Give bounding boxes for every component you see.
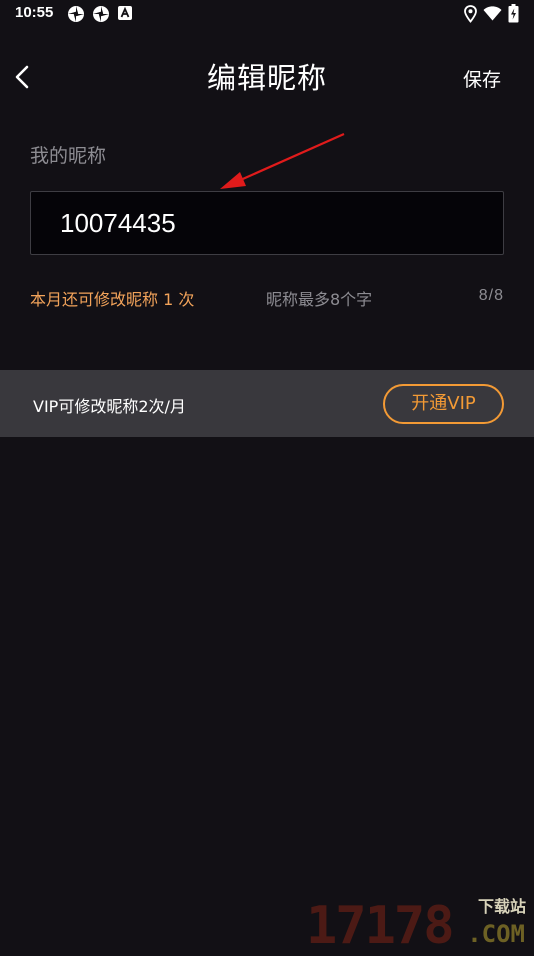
remaining-changes-text: 本月还可修改昵称 1 次 xyxy=(30,290,195,309)
save-button[interactable]: 保存 xyxy=(463,65,501,92)
aperture-icon xyxy=(93,6,109,22)
watermark-site: 下载站 xyxy=(477,897,526,916)
aperture-icon xyxy=(68,6,84,22)
watermark-number: 17178 xyxy=(306,896,455,956)
page-title: 编辑昵称 xyxy=(206,61,327,95)
char-count: 8/8 xyxy=(478,287,504,304)
open-vip-button[interactable]: 开通VIP xyxy=(383,384,504,424)
nickname-rule-text: 昵称最多8个字 xyxy=(266,290,373,309)
a-badge-icon xyxy=(118,6,132,20)
nav-bar: 编辑昵称 保存 xyxy=(0,45,534,105)
vip-promo-bar: VIP可修改昵称2次/月 开通VIP xyxy=(0,370,534,437)
status-time: 10:55 xyxy=(15,4,54,21)
location-icon xyxy=(464,5,477,23)
watermark-domain: .COM xyxy=(467,920,525,948)
nickname-input[interactable]: 10074435 xyxy=(30,191,504,255)
wifi-icon xyxy=(483,6,502,21)
battery-icon xyxy=(508,4,519,23)
hint-row: 本月还可修改昵称 1 次 昵称最多8个字 8/8 xyxy=(30,286,504,312)
watermark-logo: 17178 下载站 .COM xyxy=(306,890,530,956)
annotation-arrow-icon xyxy=(220,132,345,189)
nickname-label: 我的昵称 xyxy=(30,145,107,167)
status-bar: 10:55 xyxy=(0,0,534,30)
vip-promo-text: VIP可修改昵称2次/月 xyxy=(33,397,186,416)
